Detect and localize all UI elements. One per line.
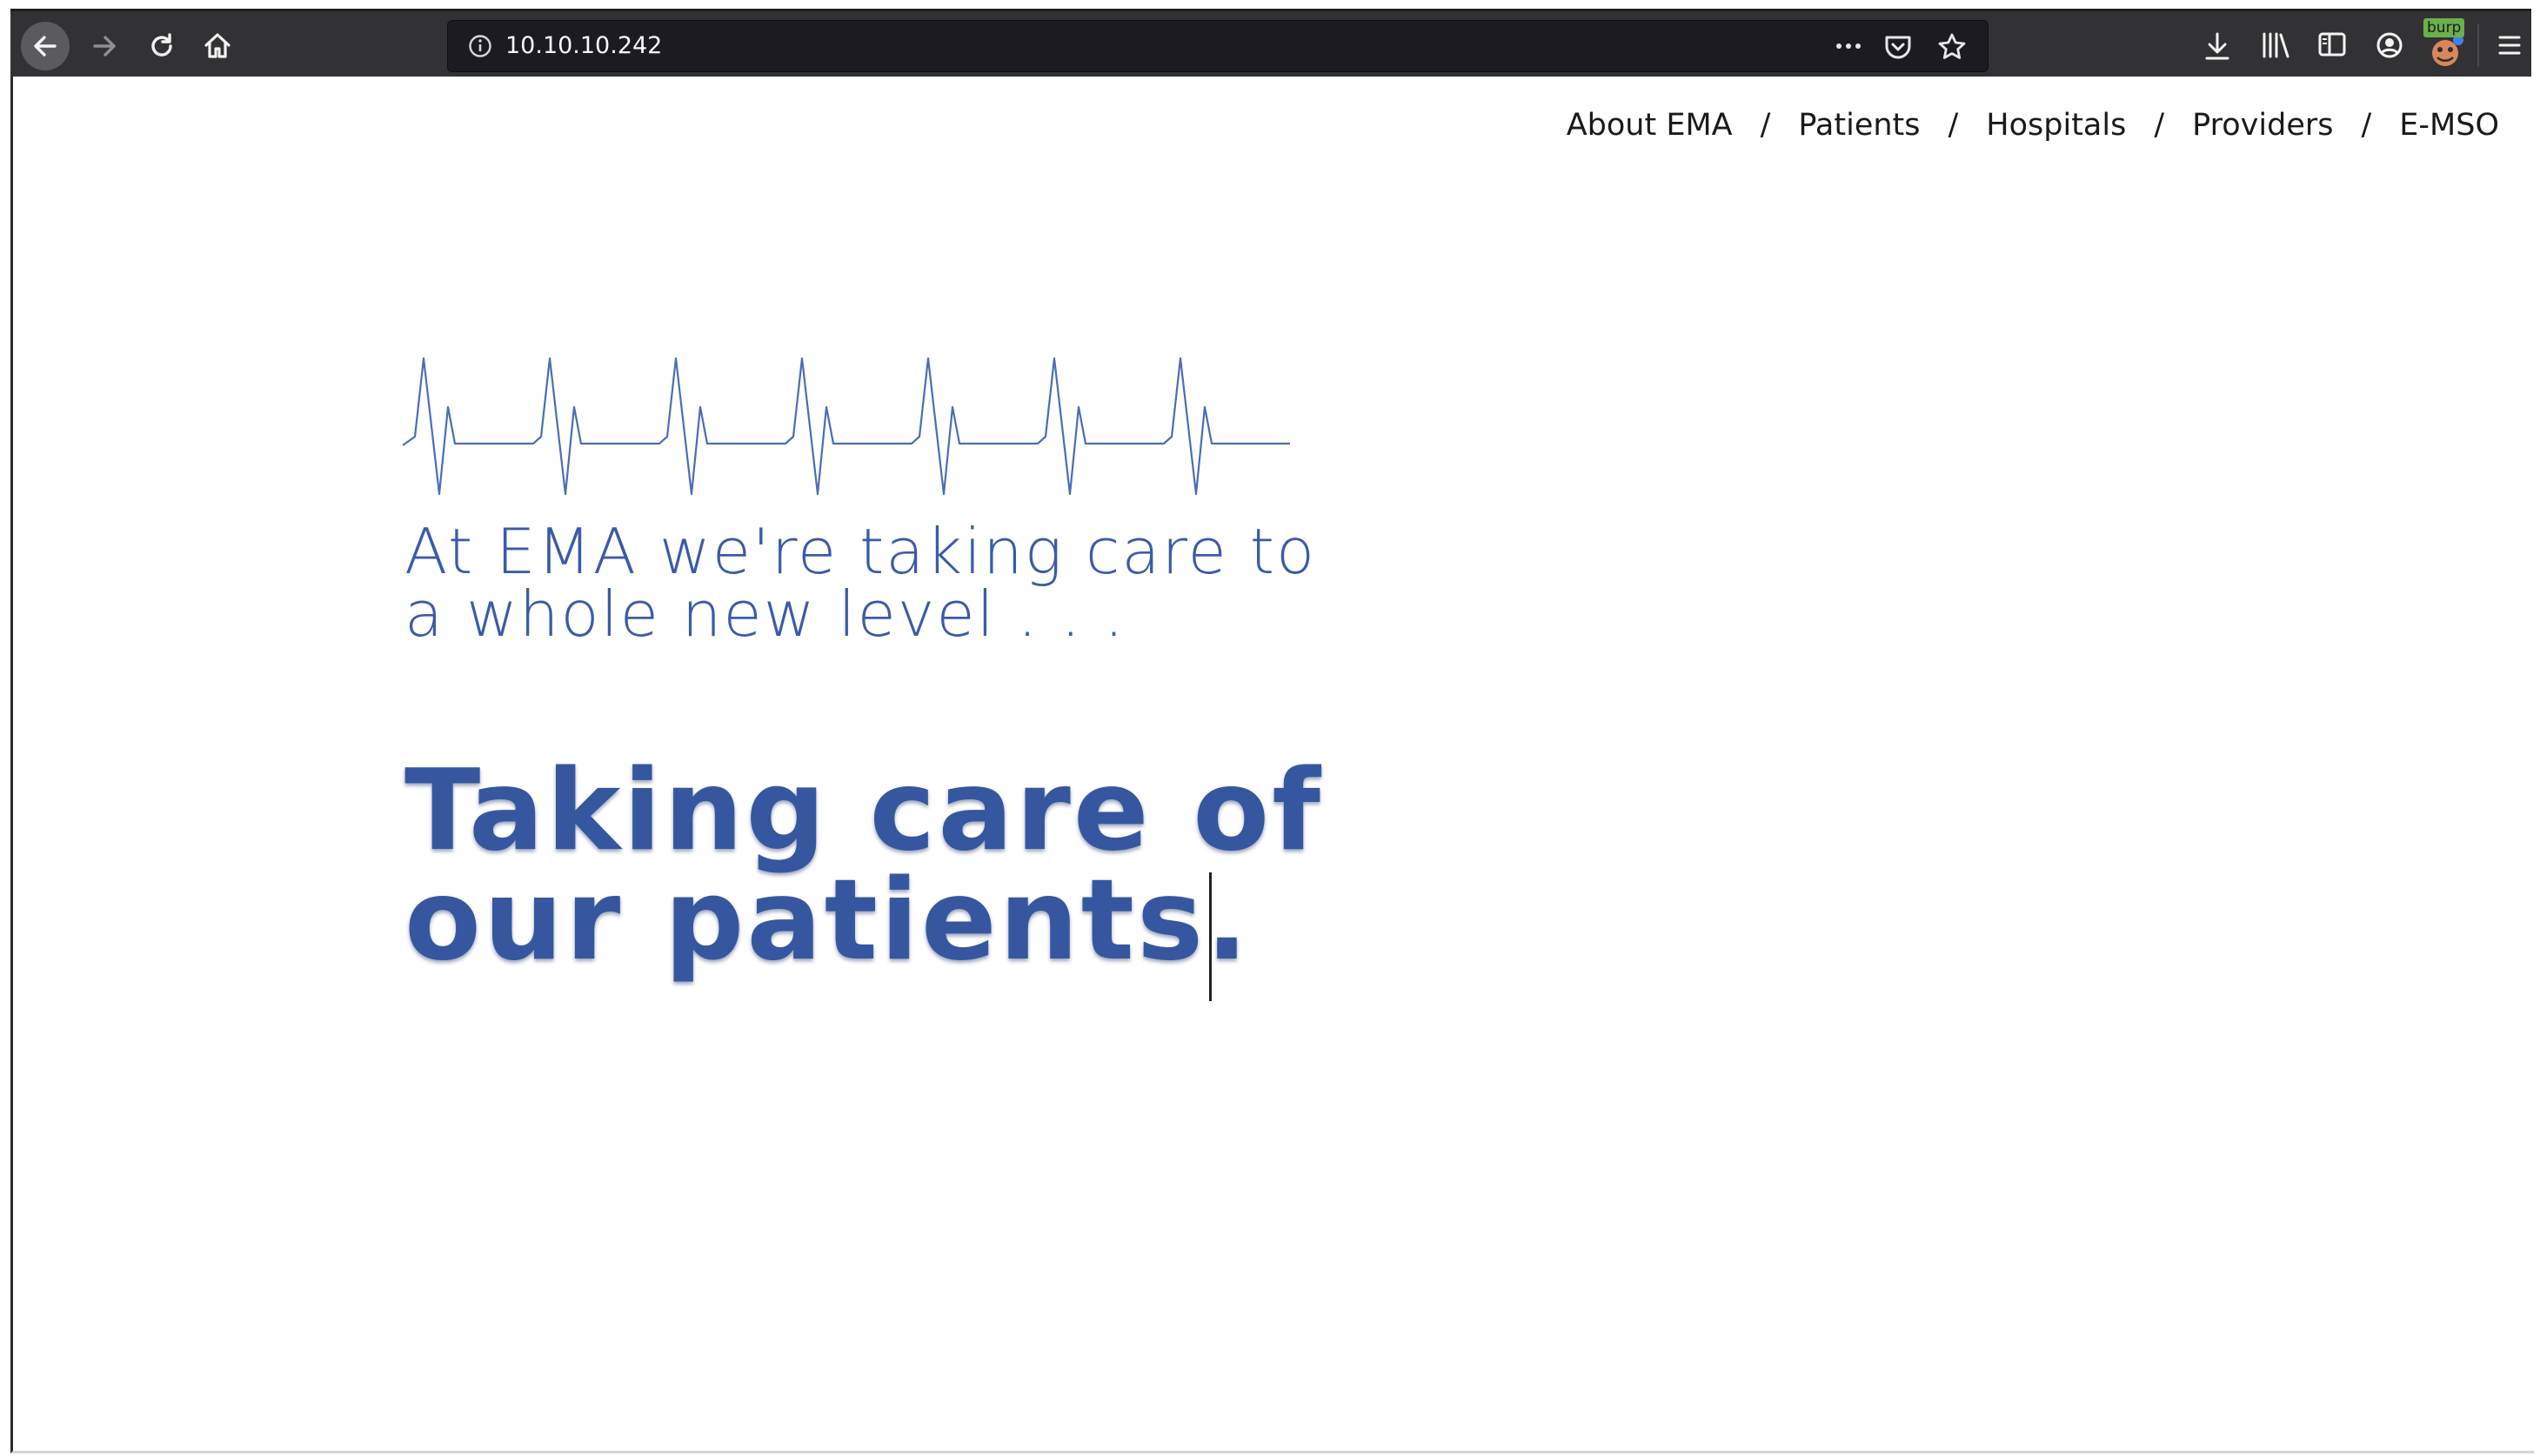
nav-link-patients[interactable]: Patients	[1798, 108, 1920, 143]
browser-window: 10.10.10.242 burp About EMA / Patients /…	[0, 0, 2540, 1456]
toolbar-separator	[2477, 23, 2479, 67]
pocket-icon[interactable]	[1883, 33, 1913, 61]
burp-badge: burp	[2423, 18, 2465, 37]
forward-button[interactable]	[80, 22, 129, 70]
reload-icon	[151, 33, 172, 57]
hamburger-menu-icon[interactable]	[2497, 32, 2523, 58]
address-bar[interactable]: 10.10.10.242	[447, 20, 1989, 72]
url-text[interactable]: 10.10.10.242	[505, 33, 662, 59]
browser-toolbar: 10.10.10.242 burp	[10, 9, 2531, 79]
library-icon[interactable]	[2260, 30, 2291, 60]
download-icon[interactable]	[2202, 30, 2232, 62]
reload-button[interactable]	[137, 22, 186, 70]
nav-link-emso[interactable]: E-MSO	[2399, 108, 2499, 143]
main-nav: About EMA / Patients / Hospitals / Provi…	[1567, 108, 2499, 143]
sidebar-icon[interactable]	[2317, 30, 2347, 58]
bookmark-star-icon[interactable]	[1937, 32, 1967, 62]
headline-line-1: Taking care of	[404, 746, 1323, 876]
nav-separator: /	[2154, 108, 2165, 143]
account-icon[interactable]	[2375, 30, 2404, 60]
tagline-line-2: a whole new level . . .	[404, 578, 1126, 651]
headline-line-2: our patients.	[404, 856, 1251, 985]
arrow-right-icon	[93, 36, 116, 57]
more-actions-icon[interactable]	[1833, 35, 1864, 57]
tagline-line-1: At EMA we're taking care to	[404, 515, 1317, 588]
hero-headline: Taking care of our patients.	[404, 746, 1448, 985]
arrow-left-icon	[34, 36, 57, 57]
text-cursor	[1209, 872, 1212, 1001]
hero-tagline: At EMA we're taking care to a whole new …	[404, 520, 1361, 645]
nav-separator: /	[2361, 108, 2372, 143]
heartbeat-line-icon	[403, 357, 1290, 496]
home-button[interactable]	[193, 22, 242, 70]
nav-separator: /	[1948, 108, 1959, 143]
home-icon	[204, 33, 231, 58]
back-button[interactable]	[21, 22, 70, 70]
info-icon[interactable]	[467, 33, 493, 59]
nav-link-hospitals[interactable]: Hospitals	[1986, 108, 2126, 143]
nav-separator: /	[1760, 108, 1771, 143]
nav-link-about[interactable]: About EMA	[1567, 108, 1733, 143]
nav-link-providers[interactable]: Providers	[2192, 108, 2333, 143]
page-viewport: About EMA / Patients / Hospitals / Provi…	[10, 77, 2534, 1453]
